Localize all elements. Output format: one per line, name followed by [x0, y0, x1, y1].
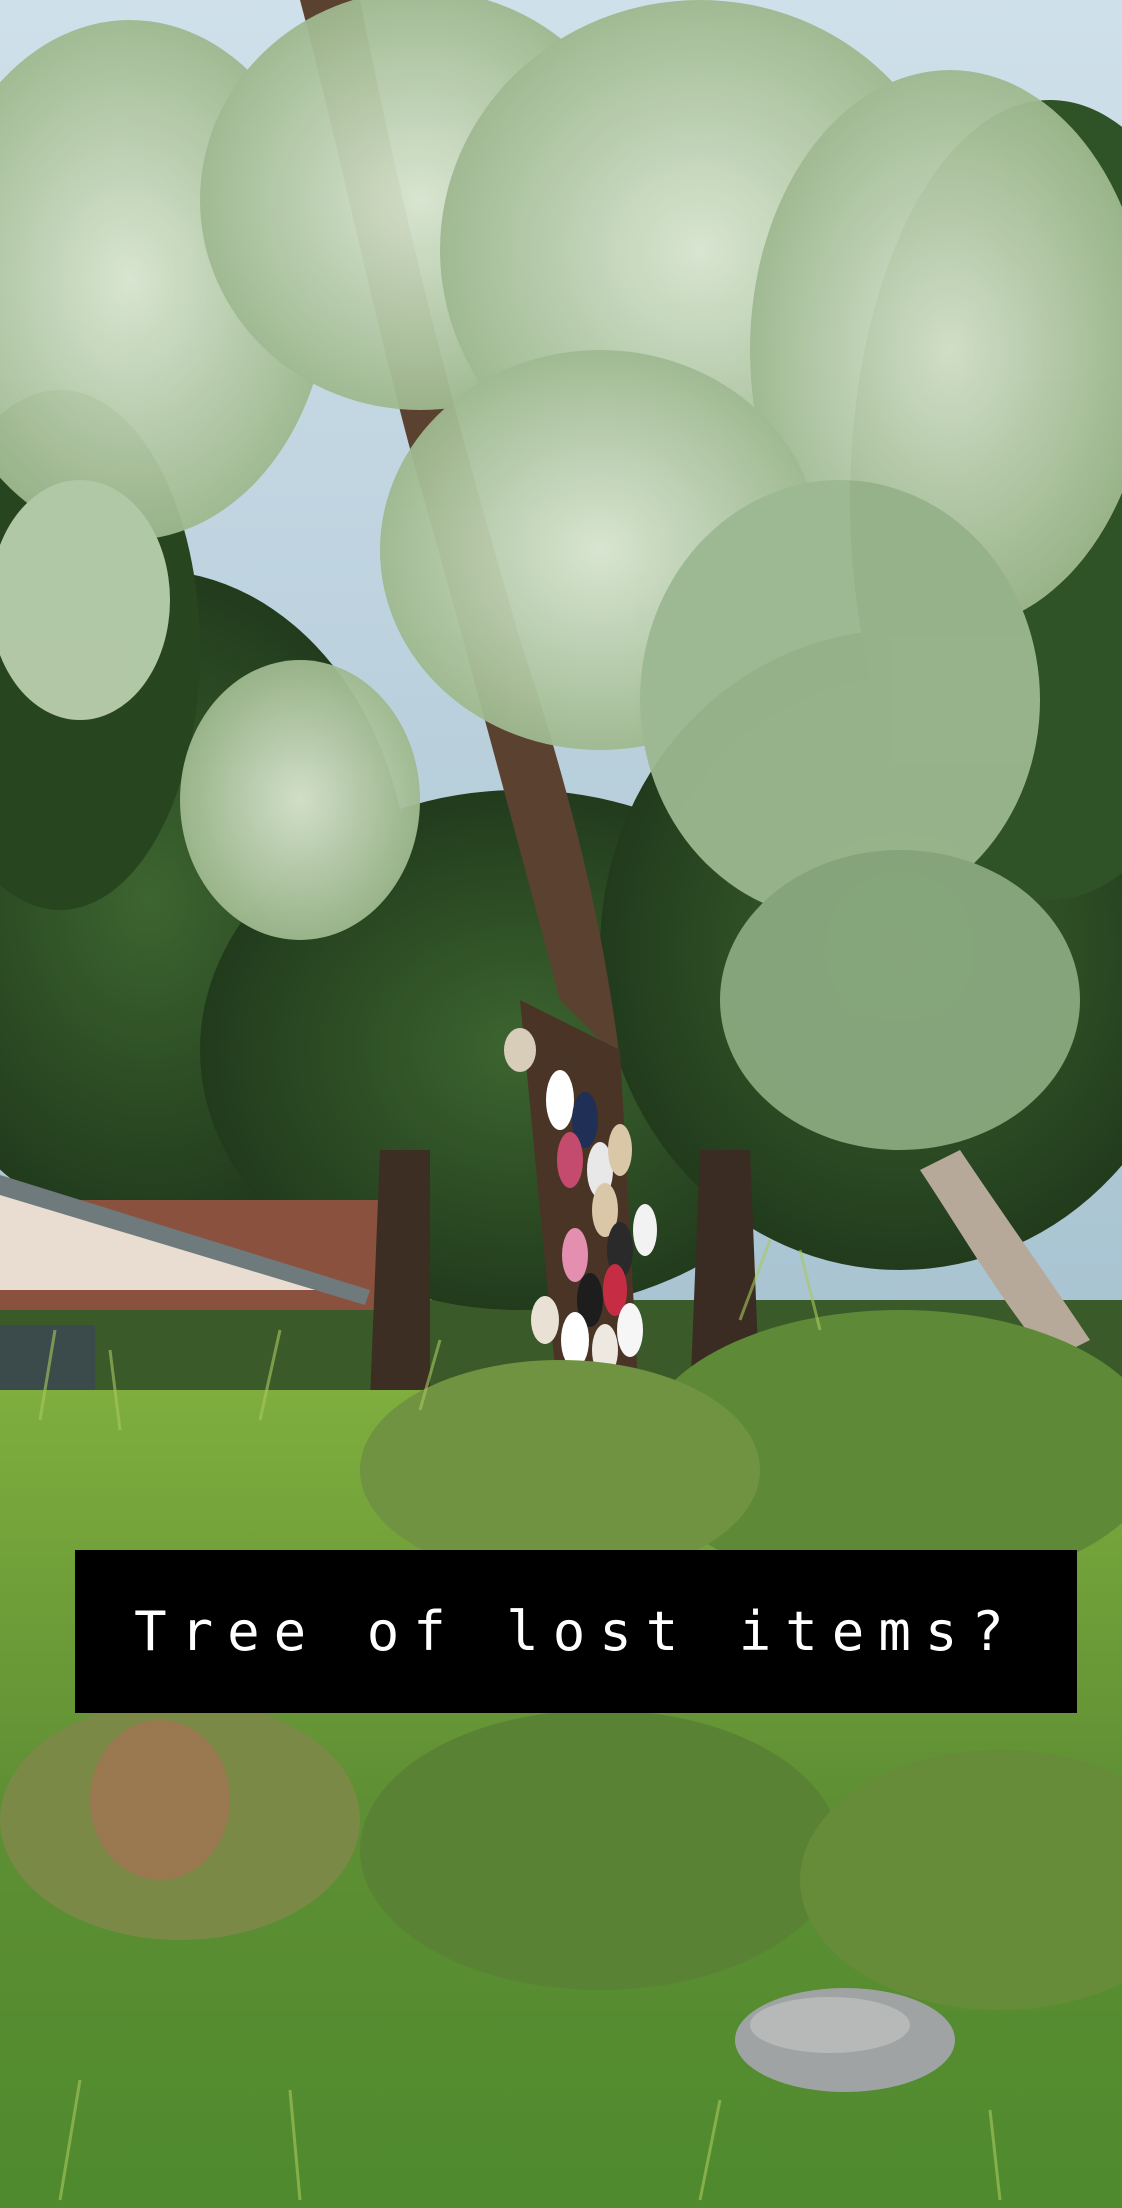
photo-scene: Tree of lost items? [0, 0, 1122, 2208]
house [0, 1175, 380, 1395]
caption-text: Tree of lost items? [134, 1600, 1018, 1663]
photo-background [0, 0, 1122, 2208]
caption-box: Tree of lost items? [75, 1550, 1077, 1713]
